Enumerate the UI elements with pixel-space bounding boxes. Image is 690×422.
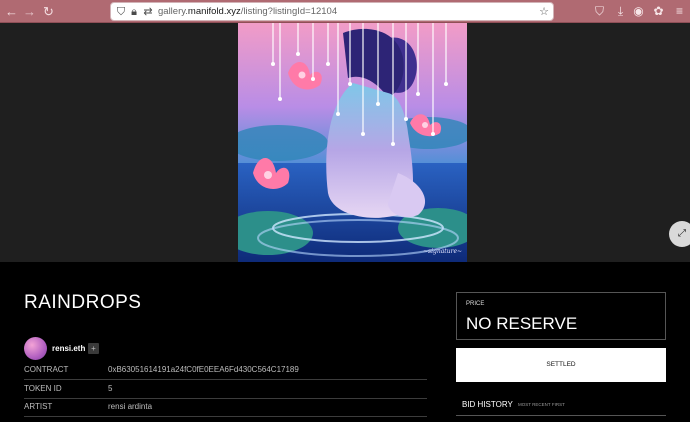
save-pocket-icon[interactable]: ⛉ [591, 3, 608, 20]
back-arrow-icon[interactable]: ← [3, 3, 20, 20]
downloads-icon[interactable]: ⤓ [612, 3, 629, 20]
browser-toolbar: ← → ↻ ⛉ 🔒︎ ⇄ gallery.manifold.xyz/listin… [0, 0, 690, 23]
shield-icon[interactable]: ⛉ [114, 5, 128, 19]
artist-label: ARTIST [24, 402, 53, 411]
expand-icon[interactable]: ⤢ [669, 221, 690, 247]
bid-history-sort: MOST RECENT FIRST [518, 402, 565, 407]
account-icon[interactable]: ◉ [630, 3, 647, 20]
price-label: PRICE [466, 301, 485, 307]
price-value: NO RESERVE [466, 314, 578, 333]
token-id-label: TOKEN ID [24, 384, 62, 393]
more-button[interactable]: + [88, 343, 99, 354]
contract-row: CONTRACT 0xB63051614191a24fC0fE0EEA6Fd43… [24, 361, 427, 380]
address-bar[interactable]: ⛉ 🔒︎ ⇄ gallery.manifold.xyz/listing?list… [110, 2, 554, 21]
artist-value[interactable]: rensi ardinta [108, 402, 152, 411]
artwork-hero: ~signature~ ⤢ [0, 23, 690, 262]
extension-icon[interactable]: ✿ [650, 3, 667, 20]
listing-details: RAINDROPS rensi.eth + CONTRACT 0xB630516… [0, 262, 690, 422]
artist-row: ARTIST rensi ardinta [24, 398, 427, 417]
artwork-title: RAINDROPS [24, 292, 142, 313]
artist-handle[interactable]: rensi.eth [52, 344, 85, 353]
contract-label: CONTRACT [24, 365, 69, 374]
artwork-image[interactable]: ~signature~ [238, 23, 467, 262]
bid-history-title: BID HISTORY [462, 400, 513, 409]
permissions-icon[interactable]: ⇄ [141, 5, 155, 19]
forward-arrow-icon[interactable]: → [21, 3, 38, 20]
settled-button[interactable]: SETTLED [456, 348, 666, 382]
avatar[interactable] [24, 337, 47, 360]
reload-icon[interactable]: ↻ [40, 3, 57, 20]
price-panel: PRICE NO RESERVE [456, 292, 666, 340]
token-id-row: TOKEN ID 5 [24, 380, 427, 399]
token-id-value: 5 [108, 384, 113, 393]
bid-history-header[interactable]: BID HISTORY MOST RECENT FIRST [456, 390, 666, 416]
svg-text:~signature~: ~signature~ [423, 248, 462, 255]
lock-icon[interactable]: 🔒︎ [127, 5, 141, 19]
menu-icon[interactable]: ≡ [671, 3, 688, 20]
bookmark-star-icon[interactable]: ☆ [537, 5, 551, 19]
url-text[interactable]: gallery.manifold.xyz/listing?listingId=1… [158, 6, 337, 17]
contract-value[interactable]: 0xB63051614191a24fC0fE0EEA6Fd430C564C171… [108, 365, 299, 374]
